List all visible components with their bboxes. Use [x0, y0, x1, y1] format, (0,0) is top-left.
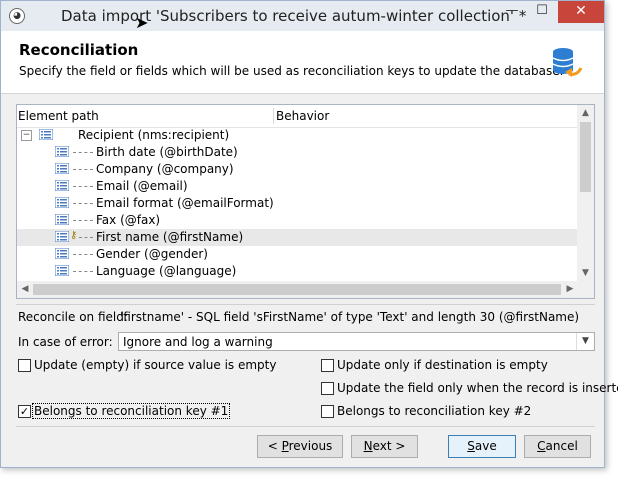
- vertical-scrollbar[interactable]: ▲ ▼: [577, 105, 594, 281]
- tree-root-row[interactable]: − Recipient (nms:recipient): [17, 127, 578, 144]
- previous-button[interactable]: < Previous: [257, 435, 343, 458]
- tree-item-label: Email (@email): [96, 179, 188, 193]
- window-title: Data import 'Subscribers to receive autu…: [61, 7, 527, 25]
- tree-item-row[interactable]: Company (@company): [17, 161, 578, 178]
- tree-item-label: Gender (@gender): [96, 247, 208, 261]
- tree-connector: [73, 203, 93, 204]
- minimize-button[interactable]: —: [497, 1, 527, 23]
- field-tree[interactable]: Element path Behavior − Recipient (nms:r…: [16, 104, 595, 299]
- page-subtitle: Specify the field or fields which will b…: [19, 64, 564, 78]
- reconcile-value: 'firstname' - SQL field 'sFirstName' of …: [120, 310, 580, 324]
- tree-item-row[interactable]: ⚷ First name (@firstName): [17, 229, 578, 246]
- list-icon: [55, 265, 69, 276]
- list-icon: [39, 129, 53, 140]
- list-icon: [55, 214, 69, 225]
- tree-item-row[interactable]: Fax (@fax): [17, 212, 578, 229]
- wizard-header: Reconciliation Specify the field or fiel…: [1, 31, 604, 94]
- save-button[interactable]: Save: [448, 435, 516, 458]
- horizontal-scroll-thumb[interactable]: [33, 284, 561, 295]
- close-button[interactable]: ✕: [558, 1, 604, 23]
- update-only-dest-empty-label[interactable]: Update only if destination is empty: [337, 358, 548, 372]
- scroll-right-icon[interactable]: ▶: [562, 281, 578, 298]
- tree-item-label: Email format (@emailFormat): [96, 196, 274, 210]
- tree-connector: [73, 271, 93, 272]
- column-separator[interactable]: [273, 108, 274, 124]
- cancel-button[interactable]: Cancel: [524, 435, 591, 458]
- tree-item-row[interactable]: Birth date (@birthDate): [17, 144, 578, 161]
- next-button-mnemonic: N: [363, 439, 373, 453]
- cancel-button-label: ancel: [545, 439, 578, 453]
- save-button-label: ave: [474, 439, 497, 453]
- horizontal-scrollbar[interactable]: ◀ ▶: [17, 281, 578, 298]
- column-element-path[interactable]: Element path: [18, 109, 99, 123]
- update-empty-checkbox[interactable]: [18, 359, 31, 372]
- vertical-scroll-thumb[interactable]: [580, 122, 591, 192]
- tree-connector: [73, 186, 93, 187]
- list-icon: [55, 231, 69, 242]
- error-label: In case of error:: [18, 335, 113, 349]
- cancel-button-mnemonic: C: [537, 439, 546, 453]
- next-button[interactable]: Next >: [351, 435, 418, 458]
- list-icon: [55, 163, 69, 174]
- tree-item-label: First name (@firstName): [96, 230, 244, 244]
- reconciliation-key-2-checkbox[interactable]: [321, 405, 334, 418]
- previous-button-mnemonic: P: [281, 439, 289, 453]
- tree-connector: [73, 152, 93, 153]
- tree-item-label: Fax (@fax): [96, 213, 161, 227]
- next-button-label: ext >: [372, 439, 406, 453]
- divider: [16, 304, 595, 305]
- update-on-insert-checkbox[interactable]: [321, 382, 334, 395]
- title-bar[interactable]: ◕ Data import 'Subscribers to receive au…: [1, 1, 604, 32]
- scroll-down-icon[interactable]: ▼: [577, 265, 594, 281]
- list-icon: [55, 248, 69, 259]
- page-title: Reconciliation: [19, 41, 139, 59]
- tree-item-row[interactable]: Gender (@gender): [17, 246, 578, 263]
- tree-item-label: Birth date (@birthDate): [96, 145, 238, 159]
- update-only-dest-empty-checkbox[interactable]: [321, 359, 334, 372]
- column-behavior[interactable]: Behavior: [276, 109, 329, 123]
- dialog-window: ◕ Data import 'Subscribers to receive au…: [0, 0, 618, 468]
- divider: [16, 426, 595, 427]
- previous-button-prefix: <: [267, 439, 282, 453]
- list-icon: [55, 180, 69, 191]
- tree-header: Element path Behavior: [17, 105, 578, 128]
- error-handling-value: Ignore and log a warning: [123, 335, 273, 349]
- reconciliation-key-1-checkbox[interactable]: ✓: [18, 405, 31, 418]
- tree-connector: [79, 237, 93, 238]
- tree-root-label: Recipient (nms:recipient): [78, 128, 230, 142]
- tree-item-row[interactable]: Email (@email): [17, 178, 578, 195]
- save-button-mnemonic: S: [467, 439, 475, 453]
- app-icon: ◕: [9, 8, 25, 24]
- database-reconcile-icon: [552, 48, 583, 77]
- previous-button-label: revious: [288, 439, 333, 453]
- tree-connector: [73, 169, 93, 170]
- collapse-icon[interactable]: −: [21, 130, 32, 141]
- scroll-left-icon[interactable]: ◀: [17, 281, 33, 298]
- tree-connector: [73, 220, 93, 221]
- reconcile-label: Reconcile on field:: [18, 310, 128, 324]
- list-icon: [55, 146, 69, 157]
- checkmark-icon: ✓: [19, 405, 30, 418]
- tree-connector: [73, 254, 93, 255]
- scroll-up-icon[interactable]: ▲: [577, 105, 594, 121]
- maximize-button[interactable]: ☐: [527, 1, 557, 23]
- key-icon: ⚷: [70, 230, 78, 241]
- scroll-corner: [577, 281, 594, 298]
- list-icon: [55, 197, 69, 208]
- mouse-cursor-icon: ➤: [135, 13, 149, 32]
- reconciliation-key-1-label[interactable]: Belongs to reconciliation key #1: [32, 403, 231, 419]
- update-on-insert-label[interactable]: Update the field only when the record is…: [337, 381, 618, 395]
- tree-item-label: Company (@company): [96, 162, 234, 176]
- chevron-down-icon[interactable]: ▼: [576, 333, 594, 350]
- tree-item-row[interactable]: Language (@language): [17, 263, 578, 280]
- update-empty-label[interactable]: Update (empty) if source value is empty: [34, 358, 276, 372]
- tree-item-row[interactable]: Email format (@emailFormat): [17, 195, 578, 212]
- reconciliation-key-2-label[interactable]: Belongs to reconciliation key #2: [337, 404, 531, 418]
- tree-item-label: Language (@language): [96, 264, 237, 278]
- error-handling-select[interactable]: Ignore and log a warning ▼: [118, 332, 595, 351]
